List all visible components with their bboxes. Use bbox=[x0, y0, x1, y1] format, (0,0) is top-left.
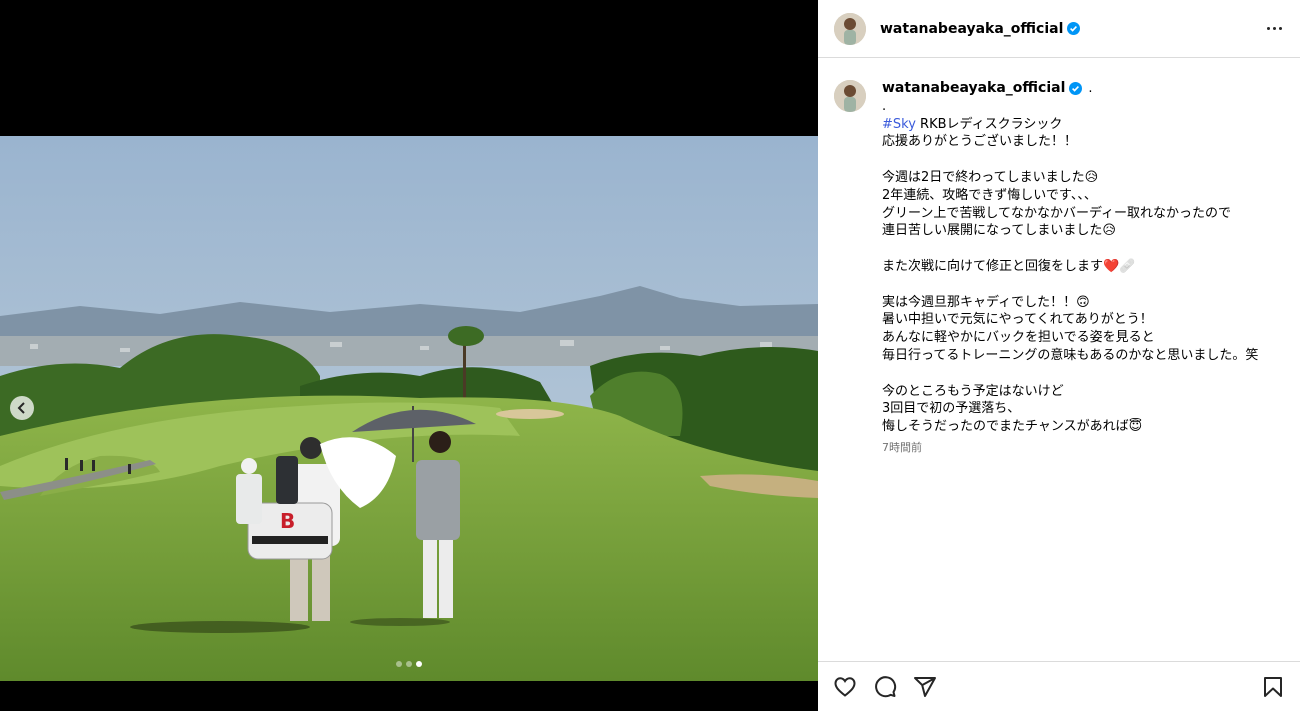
caption-first-line: . bbox=[882, 98, 887, 114]
post-timestamp[interactable]: 7時間前 bbox=[882, 439, 1258, 457]
share-button[interactable] bbox=[912, 674, 938, 700]
caption-author-line: watanabeayaka_official . bbox=[882, 80, 1258, 98]
post-caption: watanabeayaka_official . . #Sky RKBレディスク… bbox=[834, 80, 1284, 457]
carousel-dot-active bbox=[416, 661, 422, 667]
author-username-text[interactable]: watanabeayaka_official bbox=[880, 21, 1063, 37]
share-icon bbox=[914, 676, 936, 697]
post-side-panel: watanabeayaka_official watanabeayaka_off… bbox=[818, 0, 1300, 711]
author-username[interactable]: watanabeayaka_official bbox=[880, 21, 1081, 37]
hashtag-link[interactable]: #Sky bbox=[882, 117, 916, 132]
caption-suffix: . bbox=[1088, 81, 1093, 96]
caption-tag-line: #Sky RKBレディスクラシック bbox=[882, 116, 1258, 134]
post-photo[interactable]: B bbox=[0, 136, 818, 681]
comment-icon bbox=[875, 675, 897, 697]
verified-badge-icon bbox=[1069, 82, 1083, 96]
save-button[interactable] bbox=[1260, 674, 1286, 700]
more-options-icon[interactable] bbox=[1265, 23, 1284, 34]
author-avatar[interactable] bbox=[834, 12, 866, 45]
carousel-indicator bbox=[396, 661, 422, 667]
caption-author-avatar[interactable] bbox=[834, 80, 866, 112]
post-header: watanabeayaka_official bbox=[818, 0, 1300, 58]
post-media: B bbox=[0, 0, 818, 711]
comment-button[interactable] bbox=[872, 674, 898, 700]
verified-badge-icon bbox=[1067, 22, 1081, 35]
svg-text:B: B bbox=[280, 509, 295, 533]
caption-tag-line-text: RKBレディスクラシック bbox=[915, 116, 1063, 132]
chevron-left-icon bbox=[17, 402, 25, 414]
heart-icon bbox=[834, 676, 856, 697]
carousel-prev-button[interactable] bbox=[10, 396, 34, 420]
bookmark-icon bbox=[1264, 676, 1282, 697]
caption-body: watanabeayaka_official . . #Sky RKBレディスク… bbox=[882, 80, 1258, 457]
caption-text: 応援ありがとうございました！！ 今週は2日で終わってしまいました😥 2年連続、攻… bbox=[882, 134, 1259, 435]
caption-username[interactable]: watanabeayaka_official bbox=[882, 80, 1065, 98]
like-button[interactable] bbox=[832, 674, 858, 700]
action-bar bbox=[818, 661, 1300, 711]
carousel-dot bbox=[396, 661, 402, 667]
carousel-dot bbox=[406, 661, 412, 667]
